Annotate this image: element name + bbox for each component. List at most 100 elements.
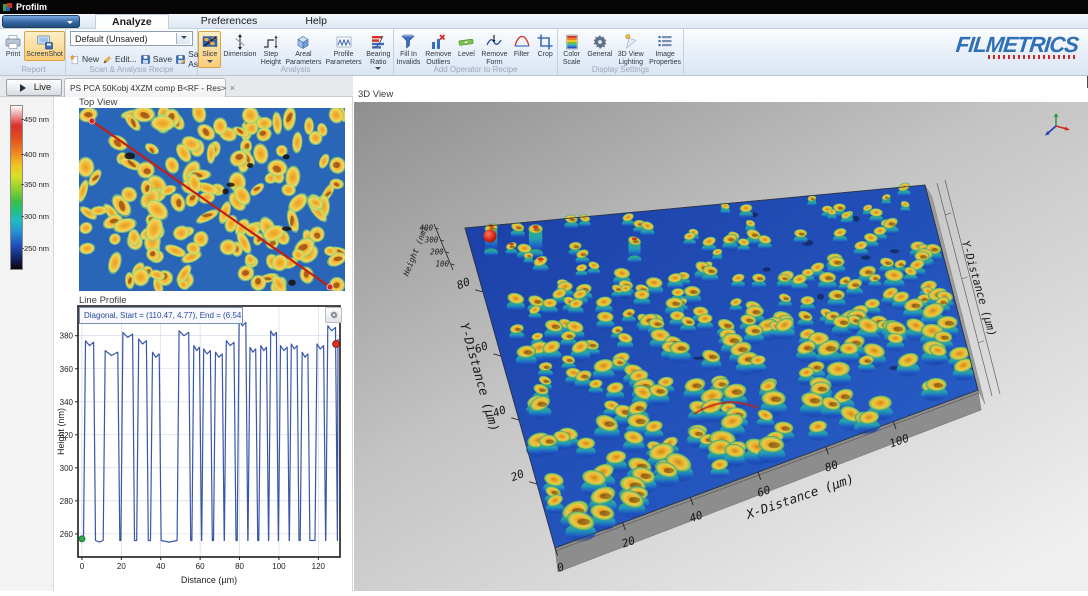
fill-in-invalids-button[interactable]: Fill In Invalids	[394, 31, 423, 68]
tab-strip: Live PS PCA 50Kobj 4XZM comp B<RF - Res>…	[0, 76, 353, 97]
recipe-combo-dropdown[interactable]	[176, 33, 190, 44]
level-button[interactable]: Level	[454, 31, 479, 61]
step-height-button[interactable]: Step Height	[258, 31, 283, 68]
title-bar: Profilm	[0, 0, 1088, 14]
profile-parameters-button[interactable]: Profile Parameters	[323, 31, 363, 68]
svg-text:300: 300	[60, 464, 74, 473]
3d-view-lighting-button[interactable]: 3D View Lighting	[614, 31, 647, 68]
edit-pencil-icon	[102, 54, 113, 65]
menu-bar: Analyze Preferences Help	[0, 14, 1088, 29]
group-caption-add-operator: Add Operator to Recipe	[394, 65, 557, 74]
3d-view-lighting-label: 3D View Lighting	[616, 51, 645, 66]
remove-outliers-icon	[429, 33, 447, 51]
tab-preferences[interactable]: Preferences	[185, 14, 274, 29]
group-caption-report: Report	[2, 65, 65, 74]
filmetrics-logo-ticks	[988, 55, 1076, 59]
fill-in-invalids-label: Fill In Invalids	[396, 51, 421, 66]
svg-text:380: 380	[60, 332, 74, 341]
color-scale-button[interactable]: Color Scale	[558, 31, 585, 68]
app-icon	[3, 3, 12, 12]
print-label: Print	[6, 51, 20, 59]
svg-text:0: 0	[80, 562, 85, 571]
save-icon	[140, 54, 151, 65]
edit-label: Edit...	[115, 54, 137, 64]
print-button[interactable]: Print	[2, 31, 24, 61]
remove-form-icon	[485, 33, 503, 51]
line-profile-panel: 020406080100120260280300320340360380Dist…	[56, 304, 352, 591]
top-view-image[interactable]	[79, 108, 345, 291]
ribbon: Print ScreenShot Report Default (Unsaved…	[0, 29, 1088, 76]
svg-text:340: 340	[60, 398, 74, 407]
view-3d-canvas[interactable]: 020406080100X-Distance (µm)20406080Y-Dis…	[354, 102, 1088, 591]
close-icon[interactable]: ×	[230, 83, 235, 93]
svg-text:60: 60	[196, 562, 205, 571]
top-view-title: Top View	[79, 97, 117, 108]
svg-text:40: 40	[156, 562, 165, 571]
profile-parameters-icon	[335, 33, 353, 51]
line-profile-annotation: Diagonal, Start = (110.47, 4.77), End = …	[79, 307, 243, 324]
chevron-down-icon	[181, 36, 187, 42]
slice-line-end-handle	[327, 284, 333, 290]
svg-text:360: 360	[60, 365, 74, 374]
profile-axes: 020406080100120260280300320340360380Dist…	[56, 332, 326, 585]
slice-button[interactable]: Slice	[198, 31, 221, 68]
lamp-icon	[622, 33, 640, 51]
tab-analyze[interactable]: Analyze	[95, 14, 169, 29]
chevron-down-icon	[67, 21, 73, 27]
bearing-ratio-icon	[369, 33, 387, 51]
view-3d-title: 3D View	[358, 89, 393, 100]
gear-icon	[591, 33, 609, 51]
chart-settings-button[interactable]	[325, 307, 342, 323]
recipe-edit-button[interactable]: Edit...	[102, 54, 137, 65]
save-as-icon	[175, 54, 186, 65]
tab-help[interactable]: Help	[289, 14, 343, 29]
recipe-new-button[interactable]: New	[69, 54, 99, 65]
image-properties-button[interactable]: Image Properties	[647, 31, 683, 68]
group-display-settings: Color Scale General 3D View Lighting	[558, 29, 684, 75]
live-button[interactable]: Live	[6, 79, 62, 96]
svg-text:100: 100	[272, 562, 286, 571]
color-scale-label: 450 nm	[24, 115, 49, 124]
profile-parameters-label: Profile Parameters	[325, 51, 361, 66]
remove-form-button[interactable]: Remove Form	[479, 31, 510, 68]
application-menu-button[interactable]	[2, 15, 80, 28]
slice-label: Slice	[202, 51, 217, 59]
image-properties-icon	[656, 33, 674, 51]
svg-text:120: 120	[312, 562, 326, 571]
general-button[interactable]: General	[585, 31, 614, 61]
live-label: Live	[34, 82, 51, 93]
panel-divider	[352, 97, 353, 591]
profile-start-marker	[79, 536, 85, 542]
profilm-window: { "window": {"title": "Profilm"}, "menu"…	[0, 0, 1088, 591]
bearing-ratio-label: Bearing Ratio	[366, 51, 391, 66]
save-label: Save	[153, 54, 172, 64]
document-tab-title: PS PCA 50Kobj 4XZM comp B<RF - Res>	[70, 83, 226, 93]
remove-outliers-button[interactable]: Remove Outliers	[423, 31, 454, 68]
crop-button[interactable]: Crop	[533, 31, 557, 61]
view-3d-panel: 3D View 020406080100X-Distance (µm)20406…	[354, 88, 1088, 591]
recipe-save-button[interactable]: Save	[140, 54, 172, 65]
svg-text:100: 100	[435, 260, 449, 269]
group-caption-display-settings: Display Settings	[558, 65, 683, 74]
areal-parameters-button[interactable]: Areal Parameters	[283, 31, 323, 68]
areal-parameters-label: Areal Parameters	[285, 51, 321, 66]
screenshot-button[interactable]: ScreenShot	[24, 31, 65, 61]
image-properties-label: Image Properties	[649, 51, 681, 66]
color-scale-label: 350 nm	[24, 180, 49, 189]
color-scale-label: Color Scale	[560, 51, 583, 66]
line-profile-chart[interactable]: 020406080100120260280300320340360380Dist…	[56, 304, 352, 591]
group-analysis: Slice Dimension Step Height	[198, 29, 394, 75]
svg-text:80: 80	[235, 562, 244, 571]
group-caption-analysis: Analysis	[198, 65, 393, 74]
level-label: Level	[458, 51, 475, 59]
color-scale-label: 250 nm	[24, 244, 49, 253]
color-scale-label: 300 nm	[24, 212, 49, 221]
recipe-combobox[interactable]: Default (Unsaved)	[70, 31, 193, 46]
dimension-button[interactable]: Dimension	[221, 31, 258, 61]
screenshot-icon	[36, 33, 54, 51]
new-label: New	[82, 54, 99, 64]
filter-button[interactable]: Filter	[510, 31, 534, 61]
color-scale-bar	[10, 105, 23, 270]
document-tab[interactable]: PS PCA 50Kobj 4XZM comp B<RF - Res> ×	[64, 78, 226, 97]
slice-icon	[201, 33, 219, 51]
